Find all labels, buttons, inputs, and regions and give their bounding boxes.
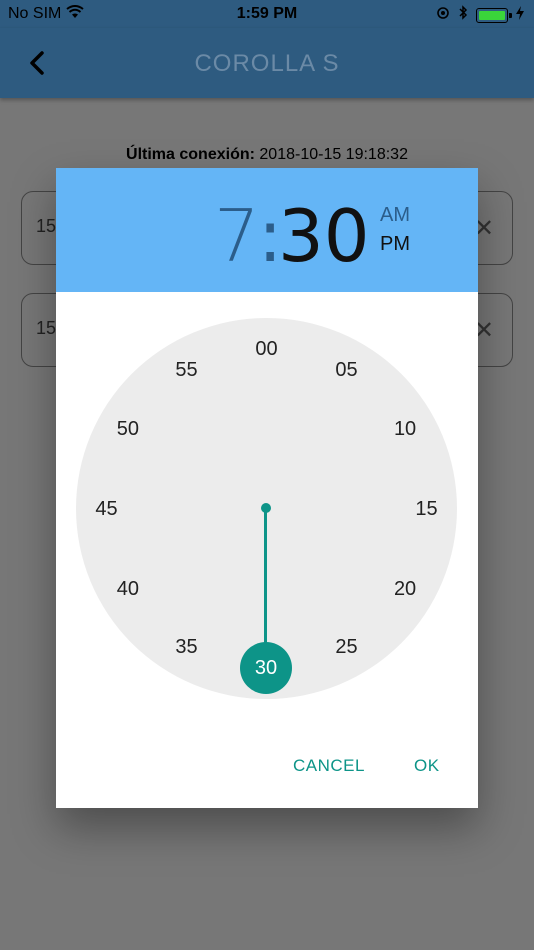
clock-number-00[interactable]: 00 [247, 337, 287, 361]
am-toggle[interactable]: AM [380, 204, 410, 227]
time-field-value: 15 [36, 318, 57, 338]
clock-number-35[interactable]: 35 [167, 635, 207, 659]
battery-icon [476, 7, 512, 23]
clock-hand [263, 508, 267, 662]
last-connection-value: 2018-10-15 19:18:32 [259, 146, 408, 163]
time-picker-dialog: 7 : 30 AM PM 00 05 10 15 20 25 35 40 45 50 55 30 C… [56, 168, 478, 808]
status-bar: No SIM 1:59 PM [0, 0, 534, 28]
clock-center-dot [261, 503, 271, 513]
last-connection-label: Última conexión: [126, 146, 255, 163]
page-title: COROLLA S [194, 50, 340, 77]
cancel-button[interactable]: CANCEL [293, 756, 365, 776]
last-connection: Última conexión: 2018-10-15 19:18:32 [0, 146, 534, 164]
minute-display[interactable]: 30 [278, 194, 370, 278]
clock-number-15[interactable]: 15 [407, 497, 447, 521]
time-picker-header: 7 : 30 AM PM [56, 168, 478, 292]
pm-toggle[interactable]: PM [380, 233, 410, 256]
status-icons [436, 5, 524, 25]
clock-number-05[interactable]: 05 [327, 358, 367, 382]
selected-minute-marker[interactable]: 30 [240, 642, 292, 694]
clock-number-20[interactable]: 20 [385, 577, 425, 601]
nav-bar: COROLLA S [0, 28, 534, 98]
ok-button[interactable]: OK [414, 756, 440, 776]
orientation-lock-icon [436, 6, 450, 25]
clock-number-50[interactable]: 50 [108, 417, 148, 441]
clock-number-25[interactable]: 25 [327, 635, 367, 659]
clock-number-55[interactable]: 55 [167, 358, 207, 382]
bluetooth-icon [458, 5, 468, 25]
hour-display[interactable]: 7 [214, 194, 260, 278]
clock-number-40[interactable]: 40 [108, 577, 148, 601]
time-field-value: 15 [36, 216, 57, 236]
clock-number-45[interactable]: 45 [87, 497, 127, 521]
charging-icon [516, 5, 524, 25]
clock-number-10[interactable]: 10 [385, 417, 425, 441]
clock-face[interactable]: 00 05 10 15 20 25 35 40 45 50 55 30 [76, 318, 457, 699]
